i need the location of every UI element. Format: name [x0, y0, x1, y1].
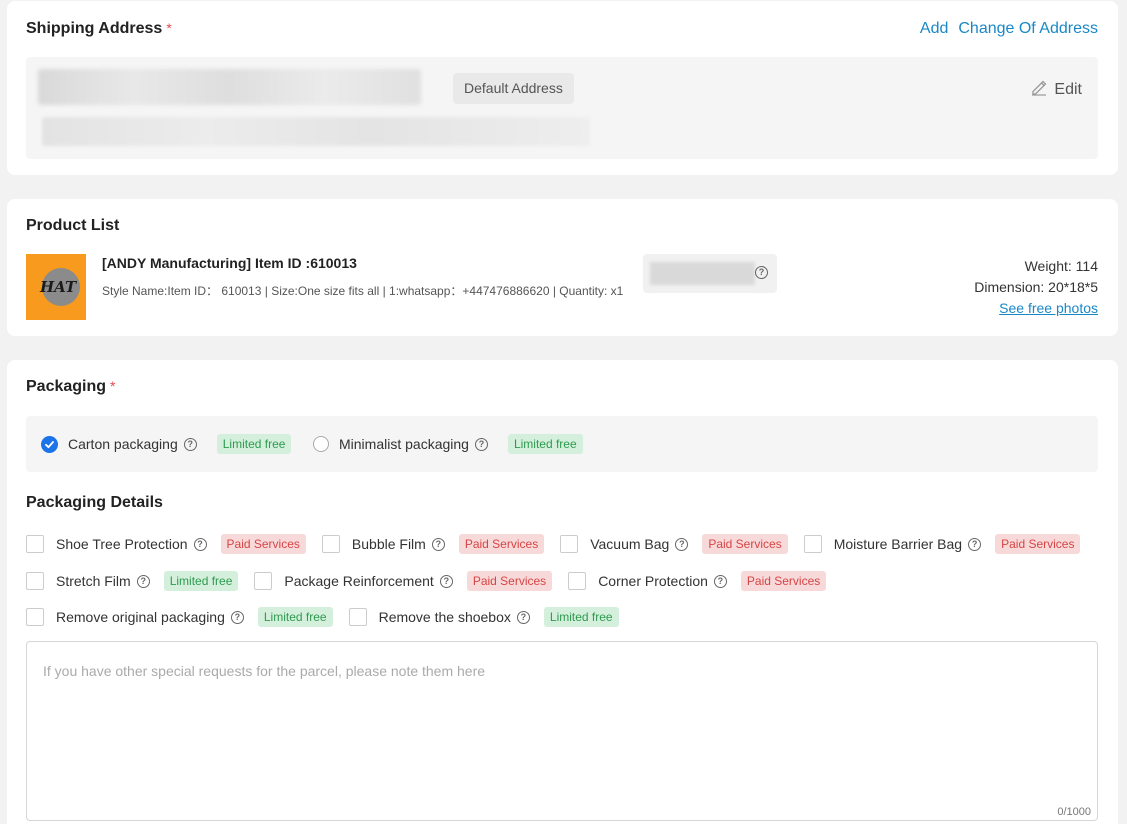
check-icon[interactable] — [41, 435, 58, 453]
detail-label: Corner Protection — [598, 573, 708, 589]
edit-pencil-icon — [1030, 78, 1048, 101]
required-mark: * — [166, 20, 172, 36]
detail-moisture-barrier-bag[interactable]: Moisture Barrier Bag ? Paid Services — [803, 534, 1081, 554]
address-box: Default Address Edit — [26, 57, 1098, 159]
detail-stretch-film[interactable]: Stretch Film ? Limited free — [26, 571, 239, 591]
help-circle-icon[interactable]: ? — [431, 537, 445, 551]
packaging-options: Carton packaging ? Limited free Minimali… — [26, 416, 1098, 472]
packaging-details-row-3: Remove original packaging ? Limited free… — [26, 607, 635, 627]
shipping-address-title-text: Shipping Address — [26, 20, 163, 37]
address-name-redacted — [38, 69, 421, 105]
detail-label: Remove the shoebox — [378, 609, 511, 625]
product-meta: Weight: 114 Dimension: 20*18*5 See free … — [974, 256, 1098, 319]
detail-package-reinforcement[interactable]: Package Reinforcement ? Paid Services — [254, 571, 553, 591]
help-circle-icon[interactable]: ? — [675, 537, 689, 551]
packaging-details-row-1: Shoe Tree Protection ? Paid Services Bub… — [26, 534, 1096, 554]
help-circle-icon[interactable]: ? — [230, 610, 244, 624]
change-address-link[interactable]: Change Of Address — [958, 20, 1098, 38]
shipping-address-title: Shipping Address * — [26, 20, 172, 38]
product-weight: Weight: 114 — [1024, 258, 1098, 274]
detail-label: Shoe Tree Protection — [56, 536, 188, 552]
checkbox[interactable] — [26, 572, 44, 590]
thumbnail-logo-text: HAT — [40, 278, 77, 296]
detail-label: Stretch Film — [56, 573, 131, 589]
product-list-title: Product List — [26, 217, 120, 234]
checkbox[interactable] — [254, 572, 273, 590]
add-address-link[interactable]: Add — [920, 20, 948, 38]
checkbox[interactable] — [568, 572, 587, 590]
detail-label: Moisture Barrier Bag — [833, 536, 963, 552]
checkbox[interactable] — [348, 608, 367, 626]
packaging-title: Packaging * — [26, 378, 115, 396]
detail-vacuum-bag[interactable]: Vacuum Bag ? Paid Services — [560, 534, 788, 554]
limited-free-tag: Limited free — [216, 434, 292, 454]
detail-remove-original-packaging[interactable]: Remove original packaging ? Limited free — [26, 607, 333, 627]
default-address-badge: Default Address — [453, 73, 574, 104]
detail-label: Remove original packaging — [56, 609, 225, 625]
paid-services-tag: Paid Services — [702, 534, 788, 554]
help-circle-icon[interactable]: ? — [968, 537, 982, 551]
packaging-card: Packaging * Carton packaging ? Limited fr… — [7, 360, 1118, 824]
help-circle-icon[interactable]: ? — [755, 266, 768, 279]
detail-corner-protection[interactable]: Corner Protection ? Paid Services — [568, 571, 827, 591]
paid-services-tag: Paid Services — [466, 571, 553, 591]
detail-remove-the-shoebox[interactable]: Remove the shoebox ? Limited free — [348, 607, 619, 627]
detail-shoe-tree-protection[interactable]: Shoe Tree Protection ? Paid Services — [26, 534, 306, 554]
help-circle-icon[interactable]: ? — [474, 437, 488, 451]
help-circle-icon[interactable]: ? — [193, 537, 207, 551]
option-label: Minimalist packaging — [339, 436, 469, 452]
address-actions: Add Change Of Address — [920, 20, 1098, 38]
help-circle-icon[interactable]: ? — [516, 610, 530, 624]
checkbox[interactable] — [560, 535, 579, 553]
limited-free-tag: Limited free — [507, 434, 583, 454]
edit-label: Edit — [1054, 80, 1082, 98]
product-list-card: Product List HAT [ANDY Manufacturing] It… — [7, 199, 1118, 336]
checkbox[interactable] — [321, 535, 340, 553]
checkbox[interactable] — [803, 535, 822, 553]
price-redacted — [650, 262, 755, 285]
help-circle-icon[interactable]: ? — [136, 574, 150, 588]
product-title: [ANDY Manufacturing] Item ID :610013 — [102, 255, 357, 271]
limited-free-tag: Limited free — [543, 607, 619, 627]
address-line-redacted — [42, 117, 590, 146]
detail-bubble-film[interactable]: Bubble Film ? Paid Services — [321, 534, 545, 554]
option-minimalist-packaging[interactable]: Minimalist packaging ? Limited free — [313, 416, 583, 472]
packaging-title-text: Packaging — [26, 378, 107, 395]
help-circle-icon[interactable]: ? — [439, 574, 453, 588]
paid-services-tag: Paid Services — [458, 534, 545, 554]
edit-address-button[interactable]: Edit — [1030, 78, 1082, 101]
product-description: Style Name:Item ID： 610013 | Size:One si… — [102, 284, 624, 298]
checkbox[interactable] — [26, 535, 44, 553]
product-thumbnail[interactable]: HAT — [26, 254, 86, 320]
notes-char-count: 0/1000 — [1057, 806, 1091, 818]
limited-free-tag: Limited free — [257, 607, 333, 627]
product-dimension: Dimension: 20*18*5 — [974, 279, 1098, 295]
checkbox[interactable] — [26, 608, 44, 626]
limited-free-tag: Limited free — [163, 571, 239, 591]
special-requests-textarea[interactable]: If you have other special requests for t… — [26, 641, 1098, 821]
option-label: Carton packaging — [68, 436, 178, 452]
required-mark: * — [110, 378, 116, 394]
paid-services-tag: Paid Services — [995, 534, 1081, 554]
option-carton-packaging[interactable]: Carton packaging ? Limited free — [41, 416, 292, 472]
product-price-chip: ? — [643, 254, 777, 293]
paid-services-tag: Paid Services — [220, 534, 306, 554]
notes-placeholder: If you have other special requests for t… — [43, 663, 486, 679]
help-circle-icon[interactable]: ? — [183, 437, 197, 451]
help-circle-icon[interactable]: ? — [713, 574, 727, 588]
see-free-photos-link[interactable]: See free photos — [999, 300, 1098, 316]
detail-label: Bubble Film — [351, 536, 426, 552]
packaging-details-title: Packaging Details — [26, 494, 163, 511]
detail-label: Vacuum Bag — [590, 536, 670, 552]
radio-unchecked[interactable] — [313, 436, 329, 452]
shipping-address-card: Shipping Address * Add Change Of Address … — [7, 1, 1118, 175]
detail-label: Package Reinforcement — [284, 573, 434, 589]
packaging-details-row-2: Stretch Film ? Limited free Package Rein… — [26, 571, 842, 591]
paid-services-tag: Paid Services — [740, 571, 827, 591]
